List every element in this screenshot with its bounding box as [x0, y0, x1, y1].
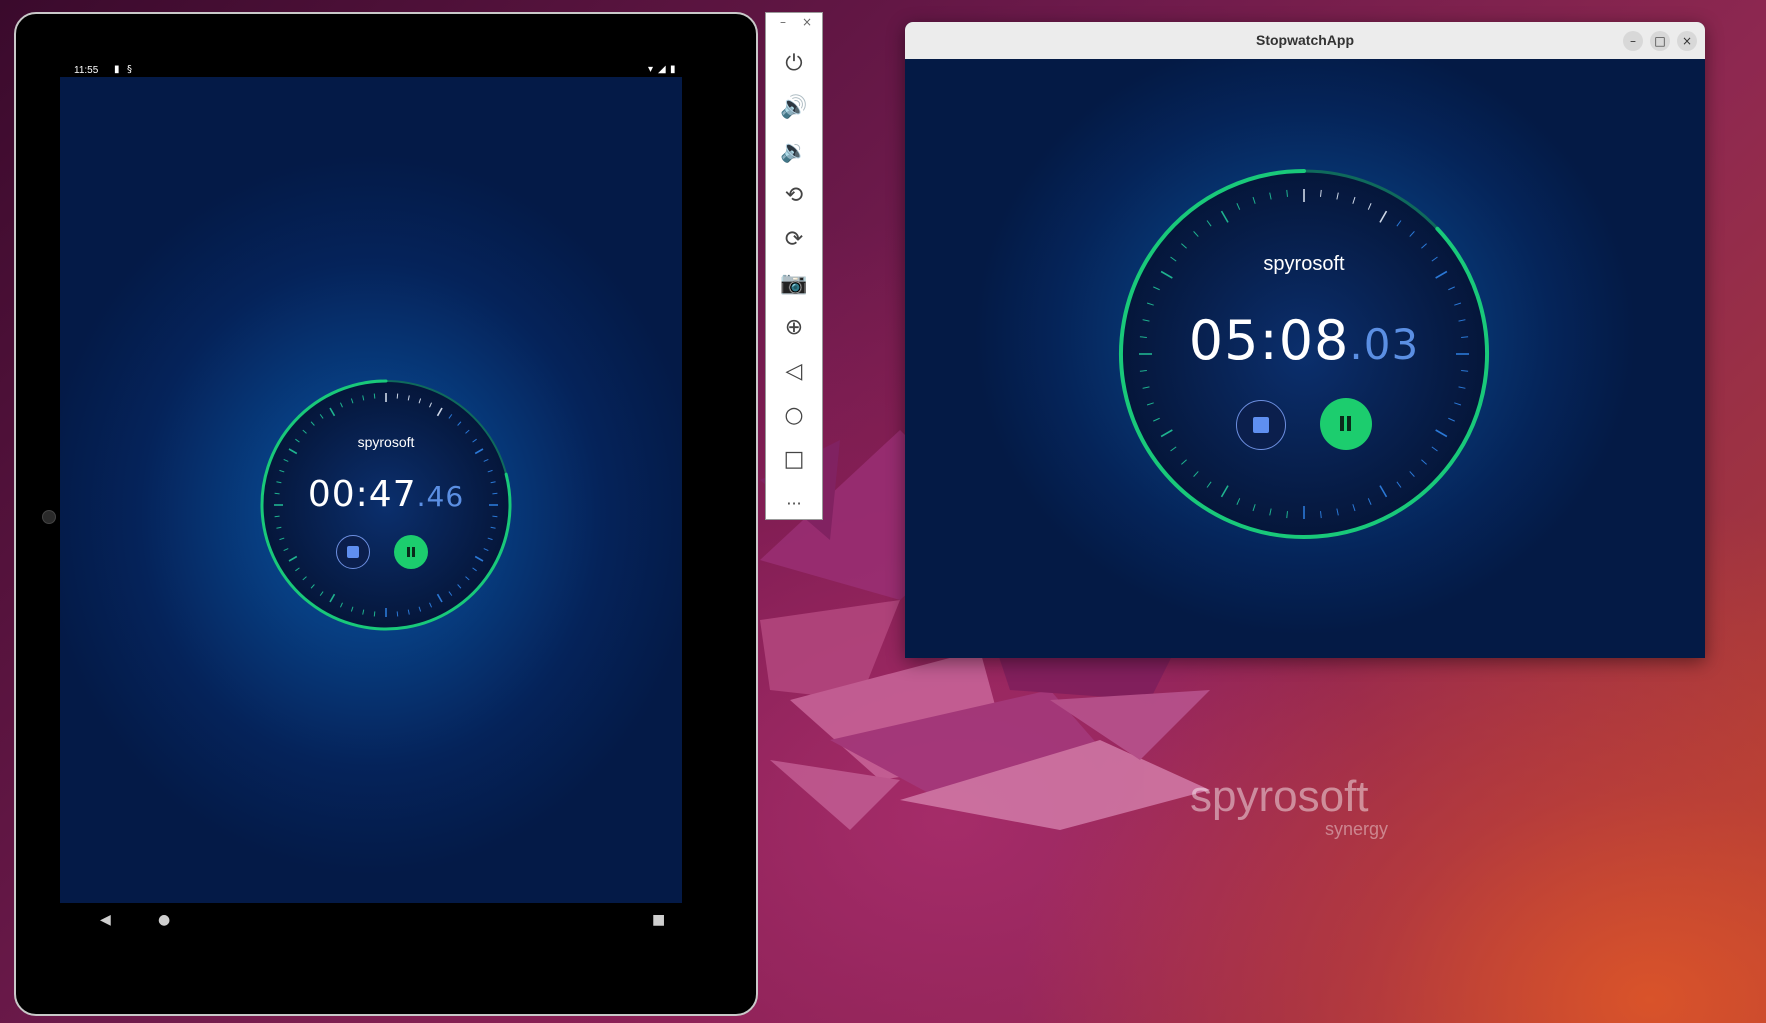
battery-icon: ▮ [670, 64, 676, 75]
stop-icon [1253, 417, 1269, 433]
volume-up-button[interactable]: 🔊 [766, 87, 822, 127]
dial-tick [396, 393, 399, 399]
emulator-minimize-button[interactable]: – [780, 15, 786, 29]
overview-icon: □ [783, 446, 805, 472]
more-button[interactable]: ··· [766, 483, 822, 523]
stopwatch-app-window: StopwatchApp – □ × spyrosoft 05:08.03 [905, 22, 1705, 658]
window-content: spyrosoft 05:08.03 [905, 59, 1705, 658]
rotate-left-icon: ⟲ [784, 182, 804, 208]
home-button[interactable]: ○ [766, 395, 822, 435]
rotate-left-button[interactable]: ⟲ [766, 175, 822, 215]
home-icon: ○ [784, 402, 804, 428]
overview-button[interactable]: □ [766, 439, 822, 479]
brand-logo: spyrosoft [1263, 253, 1345, 275]
zoom-button[interactable]: ⊕ [766, 307, 822, 347]
stop-button[interactable] [1236, 400, 1286, 450]
elapsed-hundredths: .03 [1349, 320, 1420, 369]
emulator-toolbar-header: – × [766, 13, 822, 37]
pause-button[interactable] [394, 535, 428, 569]
android-screen: spyrosoft 00:47.46 [60, 77, 682, 903]
volume-up-icon: 🔊 [780, 94, 808, 120]
elapsed-time: 05:08.03 [1119, 309, 1489, 372]
android-nav-bar: ◀ ● ■ [60, 910, 682, 950]
nav-home-button[interactable]: ● [158, 912, 170, 928]
power-button[interactable]: ⏻ [766, 43, 822, 83]
elapsed-hundredths: .46 [416, 480, 465, 513]
dial-tick [373, 393, 376, 399]
front-camera [42, 510, 56, 524]
elapsed-main: 00:47 [307, 474, 417, 515]
pause-icon-left [407, 547, 410, 557]
dial-tick [492, 515, 498, 518]
window-maximize-button[interactable]: □ [1650, 31, 1670, 51]
signal-icon: ◢ [658, 64, 666, 75]
dial-tick [373, 611, 376, 617]
camera-button[interactable]: 📷 [766, 263, 822, 303]
window-title: StopwatchApp [1256, 32, 1354, 48]
stop-icon [347, 546, 359, 558]
back-button[interactable]: ◁ [766, 351, 822, 391]
zoom-icon: ⊕ [784, 314, 804, 340]
stopwatch-dial: spyrosoft 05:08.03 [1119, 169, 1489, 539]
camera-icon: 📷 [780, 270, 808, 296]
status-time: 11:55 [74, 65, 99, 76]
brand-logo: spyrosoft [357, 434, 415, 450]
desktop-logo-sub: synergy [1325, 819, 1389, 839]
desktop-logo: spyrosoft synergy [1190, 772, 1410, 852]
desktop-logo-main: spyrosoft [1190, 772, 1369, 821]
dial-tick [396, 611, 399, 617]
sd-card-icon: ▮ [114, 64, 120, 75]
emulator-close-button[interactable]: × [802, 15, 812, 29]
wifi-icon: ▾ [648, 64, 654, 75]
elapsed-time: 00:47.46 [260, 474, 512, 515]
nav-back-button[interactable]: ◀ [100, 912, 111, 928]
stopwatch-dial: spyrosoft 00:47.46 [260, 379, 512, 631]
pause-button[interactable] [1320, 398, 1372, 450]
rotate-right-button[interactable]: ⟳ [766, 219, 822, 259]
pause-icon-right [1347, 416, 1351, 431]
back-icon: ◁ [785, 358, 803, 384]
nav-recents-button[interactable]: ■ [652, 912, 665, 928]
volume-down-icon: 🔉 [780, 138, 808, 164]
notification-icon: § [127, 64, 132, 75]
pause-icon-left [1340, 416, 1344, 431]
rotate-right-icon: ⟳ [784, 226, 804, 252]
volume-down-button[interactable]: 🔉 [766, 131, 822, 171]
window-minimize-button[interactable]: – [1623, 31, 1643, 51]
window-close-button[interactable]: × [1677, 31, 1697, 51]
pause-icon-right [412, 547, 415, 557]
dial-tick [274, 515, 280, 518]
emulator-toolbar: – × ⏻ 🔊 🔉 ⟲ ⟳ 📷 ⊕ ◁ ○ □ ··· [765, 12, 823, 520]
elapsed-main: 05:08 [1188, 309, 1350, 372]
window-titlebar[interactable]: StopwatchApp – □ × [905, 22, 1705, 60]
more-icon: ··· [786, 493, 802, 513]
stop-button[interactable] [336, 535, 370, 569]
power-icon: ⏻ [785, 50, 803, 76]
